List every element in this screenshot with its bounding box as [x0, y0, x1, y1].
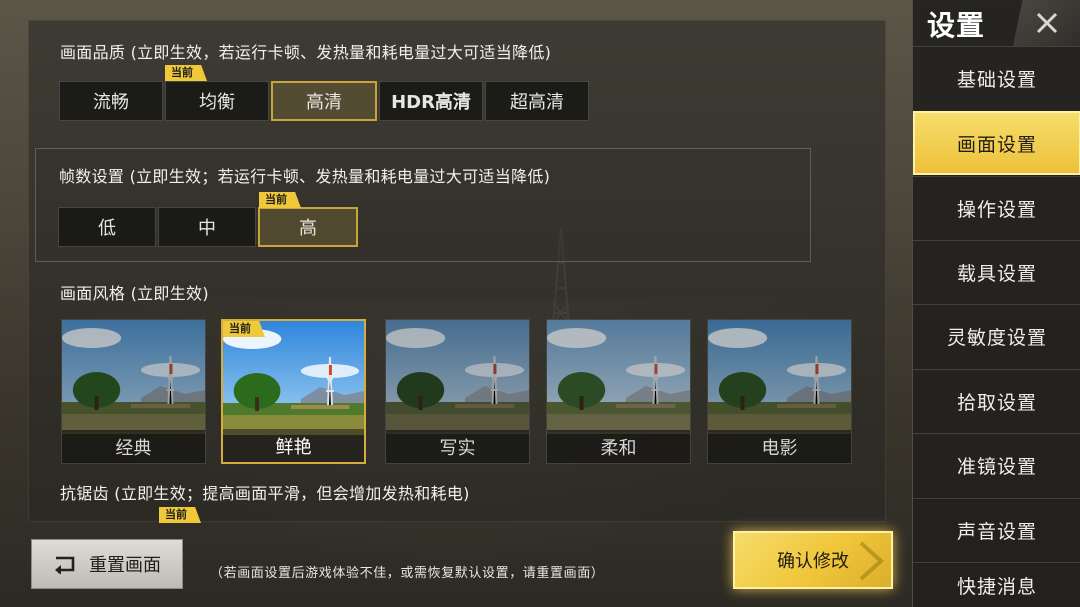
- sidebar-item-controls[interactable]: 操作设置: [913, 176, 1080, 240]
- quality-option-ultra[interactable]: 超高清: [485, 81, 589, 121]
- reset-hint-text: （若画面设置后游戏体验不佳，或需恢复默认设置，请重置画面）: [210, 566, 605, 581]
- current-badge: 当前: [165, 65, 207, 81]
- sidebar-item-sensitivity[interactable]: 灵敏度设置: [913, 304, 1080, 368]
- sidebar-item-vehicle[interactable]: 载具设置: [913, 240, 1080, 304]
- reset-graphics-button[interactable]: 重置画面: [31, 539, 183, 589]
- style-card-realistic[interactable]: 写实: [385, 319, 530, 464]
- quality-title: 画面品质 (立即生效，若运行卡顿、发热量和耗电量过大可适当降低): [60, 43, 552, 62]
- confirm-changes-button[interactable]: 确认修改: [733, 531, 893, 589]
- style-card-classic[interactable]: 经典: [61, 319, 206, 464]
- sidebar-header: 设置: [913, 0, 1080, 46]
- sidebar-item-audio[interactable]: 声音设置: [913, 498, 1080, 562]
- antialias-title: 抗锯齿 (立即生效；提高画面平滑，但会增加发热和耗电): [60, 484, 470, 503]
- style-label: 鲜艳: [223, 429, 364, 462]
- fps-options: 低 中 当前 高: [58, 192, 360, 247]
- sidebar-item-basic[interactable]: 基础设置: [913, 46, 1080, 110]
- style-card-vivid[interactable]: 当前 鲜艳: [221, 319, 366, 464]
- sidebar-title: 设置: [927, 9, 986, 42]
- settings-sidebar: 设置 基础设置 画面设置 操作设置 载具设置 灵敏度设置 拾取设置 准镜设置 声…: [912, 0, 1080, 607]
- quality-option-smooth[interactable]: 流畅: [59, 81, 163, 121]
- fps-option-high[interactable]: 当前 高: [258, 192, 358, 247]
- quality-option-hdr[interactable]: HDR高清: [379, 81, 483, 121]
- landscape-thumbnail: [223, 321, 364, 435]
- style-card-cinematic[interactable]: 电影: [707, 319, 852, 464]
- fps-title: 帧数设置 (立即生效；若运行卡顿、发热量和耗电量过大可适当降低): [59, 167, 551, 186]
- style-label: 经典: [62, 430, 205, 463]
- style-title: 画面风格 (立即生效): [60, 284, 209, 303]
- style-label: 写实: [386, 430, 529, 463]
- graphics-settings-panel: 画面品质 (立即生效，若运行卡顿、发热量和耗电量过大可适当降低) 流畅 当前 均…: [28, 20, 886, 523]
- quality-option-balanced[interactable]: 当前 均衡: [165, 65, 269, 121]
- style-card-soft[interactable]: 柔和: [546, 319, 691, 464]
- current-badge: 当前: [223, 321, 265, 337]
- close-button[interactable]: [1013, 0, 1080, 46]
- reset-arrow-icon: [55, 556, 75, 574]
- current-badge: 当前: [159, 507, 201, 523]
- sidebar-item-graphics[interactable]: 画面设置: [913, 111, 1080, 175]
- sidebar-item-pickup[interactable]: 拾取设置: [913, 369, 1080, 433]
- close-x-icon: [1036, 12, 1058, 34]
- quality-option-hd[interactable]: 高清: [271, 81, 377, 121]
- fps-settings-box: 帧数设置 (立即生效；若运行卡顿、发热量和耗电量过大可适当降低) 低 中 当前 …: [35, 148, 811, 262]
- chevron-right-icon: [859, 541, 884, 581]
- style-label: 电影: [708, 430, 851, 463]
- style-label: 柔和: [547, 430, 690, 463]
- sidebar-item-scope[interactable]: 准镜设置: [913, 433, 1080, 497]
- fps-option-medium[interactable]: 中: [158, 207, 256, 247]
- quality-options: 流畅 当前 均衡 高清 HDR高清 超高清: [59, 65, 591, 121]
- current-badge: 当前: [259, 192, 301, 208]
- sidebar-item-quick-messages[interactable]: 快捷消息: [913, 562, 1080, 607]
- bottom-action-bar: 重置画面 （若画面设置后游戏体验不佳，或需恢复默认设置，请重置画面） 确认修改: [0, 522, 910, 607]
- fps-option-low[interactable]: 低: [58, 207, 156, 247]
